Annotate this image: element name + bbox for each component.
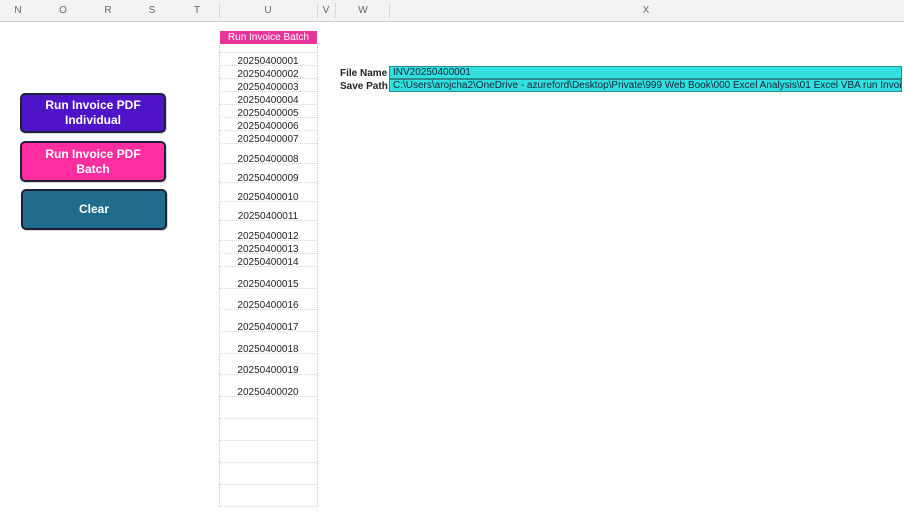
invoice-number-cell[interactable]: 20250400018 xyxy=(219,343,317,356)
file-name-cell[interactable]: INV20250400001 xyxy=(389,66,902,79)
invoice-number-cell[interactable]: 20250400001 xyxy=(219,55,317,68)
column-header-t[interactable]: T xyxy=(189,0,205,21)
column-header-bar: N O R S T U V W X xyxy=(0,0,904,22)
column-separator xyxy=(317,3,318,18)
column-separator xyxy=(335,3,336,18)
invoice-number-cell[interactable]: 20250400002 xyxy=(219,68,317,81)
row-gridline xyxy=(219,462,317,463)
invoice-number-cell[interactable]: 20250400016 xyxy=(219,299,317,312)
invoice-number-cell[interactable]: 20250400013 xyxy=(219,243,317,256)
column-separator xyxy=(219,3,220,18)
invoice-number-cell[interactable]: 20250400014 xyxy=(219,256,317,269)
clear-button[interactable]: Clear xyxy=(21,189,167,230)
run-invoice-pdf-batch-label: Run Invoice PDF Batch xyxy=(45,146,141,176)
invoice-number-cell[interactable]: 20250400004 xyxy=(219,94,317,107)
row-gridline xyxy=(219,353,317,354)
row-gridline xyxy=(219,117,317,118)
row-gridline xyxy=(219,288,317,289)
run-invoice-pdf-individual-label: Run Invoice PDF Individual xyxy=(45,98,141,127)
row-gridline xyxy=(219,418,317,419)
invoice-number-cell[interactable]: 20250400003 xyxy=(219,81,317,94)
invoice-number-cell[interactable]: 20250400009 xyxy=(219,172,317,185)
invoice-number-cell[interactable]: 20250400008 xyxy=(219,153,317,166)
row-gridline xyxy=(219,130,317,131)
row-gridline xyxy=(219,253,317,254)
column-u-border-right xyxy=(317,46,318,506)
row-gridline xyxy=(219,65,317,66)
row-gridline xyxy=(219,240,317,241)
run-invoice-pdf-batch-button[interactable]: Run Invoice PDF Batch xyxy=(20,141,166,182)
column-header-o[interactable]: O xyxy=(55,0,71,21)
row-gridline xyxy=(219,104,317,105)
column-header-n[interactable]: N xyxy=(10,0,26,21)
row-gridline xyxy=(219,91,317,92)
column-separator xyxy=(389,3,390,18)
invoice-number-cell[interactable]: 20250400011 xyxy=(219,210,317,223)
row-gridline xyxy=(219,266,317,267)
clear-label: Clear xyxy=(78,202,110,216)
row-gridline xyxy=(219,201,317,202)
row-gridline xyxy=(219,182,317,183)
invoice-number-cell[interactable]: 20250400007 xyxy=(219,133,317,146)
save-path-label: Save Path xyxy=(340,81,388,92)
invoice-number-cell[interactable]: 20250400020 xyxy=(219,386,317,399)
column-header-u[interactable]: U xyxy=(260,0,276,21)
row-gridline xyxy=(219,163,317,164)
row-gridline xyxy=(219,484,317,485)
row-gridline xyxy=(219,374,317,375)
run-invoice-batch-header[interactable]: Run Invoice Batch xyxy=(220,31,317,44)
save-path-cell[interactable]: C:\Users\arojcha2\OneDrive - azureford\D… xyxy=(389,79,902,92)
column-header-s[interactable]: S xyxy=(144,0,160,21)
file-name-label: File Name xyxy=(340,68,388,79)
row-gridline xyxy=(219,52,317,53)
row-gridline xyxy=(219,440,317,441)
row-gridline xyxy=(219,396,317,397)
run-invoice-pdf-individual-button[interactable]: Run Invoice PDF Individual xyxy=(20,93,166,133)
invoice-number-cell[interactable]: 20250400010 xyxy=(219,191,317,204)
column-header-x[interactable]: X xyxy=(638,0,654,21)
row-gridline xyxy=(219,506,317,507)
row-gridline xyxy=(219,143,317,144)
invoice-number-cell[interactable]: 20250400017 xyxy=(219,321,317,334)
invoice-number-cell[interactable]: 20250400006 xyxy=(219,120,317,133)
column-header-w[interactable]: W xyxy=(355,0,371,21)
invoice-number-cell[interactable]: 20250400015 xyxy=(219,278,317,291)
invoice-number-cell[interactable]: 20250400005 xyxy=(219,107,317,120)
invoice-number-cell[interactable]: 20250400019 xyxy=(219,364,317,377)
column-header-v[interactable]: V xyxy=(318,0,334,21)
column-header-r[interactable]: R xyxy=(100,0,116,21)
row-gridline xyxy=(219,78,317,79)
row-gridline xyxy=(219,309,317,310)
row-gridline xyxy=(219,220,317,221)
row-gridline xyxy=(219,331,317,332)
invoice-number-cell[interactable]: 20250400012 xyxy=(219,230,317,243)
